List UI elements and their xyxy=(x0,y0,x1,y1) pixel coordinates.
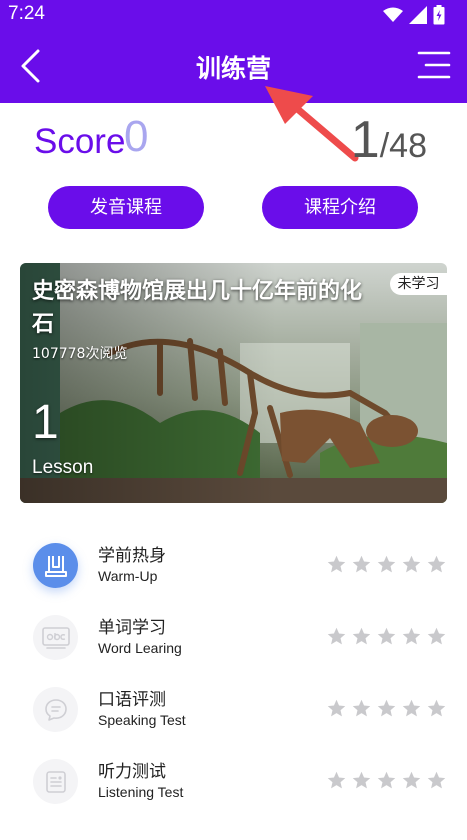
star-icon xyxy=(327,555,346,573)
star-icon xyxy=(377,627,396,645)
pronunciation-course-button[interactable]: 发音课程 xyxy=(48,186,204,229)
status-icons xyxy=(383,5,445,25)
star-rating xyxy=(326,698,447,719)
activity-subtitle: Warm-Up xyxy=(98,568,158,584)
star-rating xyxy=(326,626,447,647)
star-icon xyxy=(327,627,346,645)
activity-title: 听力测试 xyxy=(98,762,166,782)
star-icon xyxy=(427,699,446,717)
app-header: 训练营 xyxy=(0,30,467,103)
lesson-number-label: Lesson xyxy=(32,457,94,478)
lesson-progress: 1/48 xyxy=(351,110,427,170)
warm-up-icon xyxy=(44,555,67,577)
activity-subtitle: Word Learing xyxy=(98,640,182,656)
lesson-title: 史密森博物馆展出几十亿年前的化石 xyxy=(32,279,363,337)
lesson-card[interactable]: 史密森博物馆展出几十亿年前的化石 107778次阅览 未学习 1 Lesson xyxy=(20,263,447,503)
lesson-status-badge: 未学习 xyxy=(390,273,447,295)
activity-subtitle: Listening Test xyxy=(98,784,184,800)
activity-title: 口语评测 xyxy=(98,690,166,710)
listening-doc-icon xyxy=(45,770,66,793)
star-icon xyxy=(377,771,396,789)
course-intro-button[interactable]: 课程介绍 xyxy=(262,186,418,229)
battery-icon xyxy=(433,5,445,25)
activity-icon-wrapper xyxy=(33,759,78,804)
status-bar: 7:24 xyxy=(0,0,467,30)
lesson-view-count: 107778次阅览 xyxy=(32,346,128,362)
activity-speaking-test[interactable]: 口语评测 Speaking Test xyxy=(0,681,467,743)
wifi-icon xyxy=(383,7,403,22)
status-time: 7:24 xyxy=(8,3,45,24)
menu-button[interactable] xyxy=(417,50,451,80)
star-icon xyxy=(352,699,371,717)
activity-listening-test[interactable]: 听力测试 Listening Test xyxy=(0,753,467,815)
activity-icon-wrapper xyxy=(33,543,78,588)
menu-icon xyxy=(417,51,451,79)
star-icon xyxy=(402,627,421,645)
progress-current: 1 xyxy=(350,111,380,169)
star-icon xyxy=(327,771,346,789)
activity-icon-wrapper xyxy=(33,687,78,732)
signal-icon xyxy=(409,6,427,24)
score-value: 0 xyxy=(124,112,149,161)
activity-subtitle: Speaking Test xyxy=(98,712,186,728)
activity-warm-up[interactable]: 学前热身 Warm-Up xyxy=(0,537,467,599)
star-rating xyxy=(326,770,447,791)
star-icon xyxy=(427,555,446,573)
word-card-icon xyxy=(41,626,70,649)
activity-word-learning[interactable]: 单词学习 Word Learing xyxy=(0,609,467,671)
activity-title: 单词学习 xyxy=(98,618,166,638)
star-icon xyxy=(377,699,396,717)
activity-title: 学前热身 xyxy=(98,546,166,566)
star-icon xyxy=(402,699,421,717)
star-icon xyxy=(352,771,371,789)
lesson-number: 1 xyxy=(32,396,59,449)
star-icon xyxy=(402,555,421,573)
star-icon xyxy=(352,555,371,573)
star-rating xyxy=(326,554,447,575)
star-icon xyxy=(352,627,371,645)
star-icon xyxy=(327,699,346,717)
star-icon xyxy=(377,555,396,573)
score-label: Score xyxy=(34,122,126,161)
activity-icon-wrapper xyxy=(33,615,78,660)
page-title: 训练营 xyxy=(195,54,271,83)
progress-separator: / xyxy=(379,127,390,165)
star-icon xyxy=(402,771,421,789)
progress-total: 48 xyxy=(389,127,427,165)
star-icon xyxy=(427,627,446,645)
star-icon xyxy=(427,771,446,789)
speech-bubble-icon xyxy=(44,698,67,721)
